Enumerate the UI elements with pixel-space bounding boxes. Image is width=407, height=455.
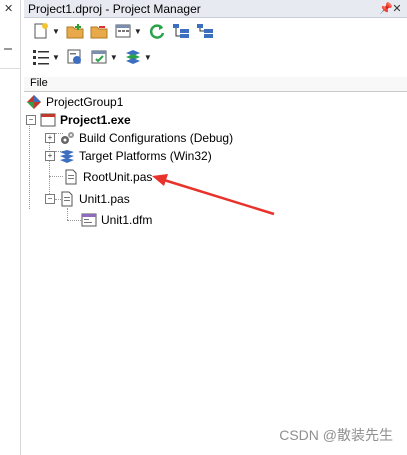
layers-icon	[125, 50, 140, 64]
sync-button[interactable]	[148, 22, 166, 40]
expand-tree-icon	[172, 24, 189, 38]
chevron-down-icon[interactable]: ▼	[52, 27, 60, 36]
collapse-toggle-icon[interactable]: −	[26, 115, 36, 125]
build-list-button[interactable]: ▼	[32, 48, 60, 66]
column-header[interactable]: File	[24, 77, 407, 92]
gear-icon	[61, 132, 74, 144]
build-groups-button[interactable]	[66, 48, 84, 66]
expand-all-button[interactable]	[172, 22, 190, 40]
collapse-all-button[interactable]	[196, 22, 214, 40]
file-column-label: File	[30, 77, 48, 89]
tree-node-root-unit[interactable]: RootUnit.pas	[63, 169, 152, 185]
form-file-icon	[81, 213, 97, 227]
left-dock-strip: ✕	[0, 0, 21, 455]
view-grid-icon	[115, 24, 131, 38]
tree-connector	[67, 208, 68, 220]
title-bar: Project1.dproj - Project Manager 📌 ✕	[24, 0, 407, 18]
view-options-button[interactable]: ▼	[114, 22, 142, 40]
tree-node-project[interactable]: − Project1.exe	[26, 112, 131, 128]
toolbar-row-2: ▼ ▼ ▼	[24, 44, 407, 70]
divider	[0, 68, 20, 69]
collapse-toggle-icon[interactable]: −	[45, 194, 55, 204]
expand-toggle-icon[interactable]: +	[45, 133, 55, 143]
tree-node-unit1-form[interactable]: Unit1.dfm	[81, 212, 152, 228]
chevron-down-icon[interactable]: ▼	[144, 53, 152, 62]
tree-connector	[49, 176, 63, 177]
project-exe-icon	[40, 113, 56, 127]
close-icon[interactable]: ✕	[391, 2, 403, 15]
node-label: Unit1.pas	[79, 192, 130, 206]
new-item-button[interactable]: ▼	[32, 22, 60, 40]
add-to-project-button[interactable]	[66, 22, 84, 40]
tree-connector	[67, 220, 81, 221]
node-label: Build Configurations (Debug)	[79, 131, 234, 145]
project-tree: ProjectGroup1 − Project1.exe + Build Con…	[24, 92, 407, 392]
node-label: Project1.exe	[60, 113, 131, 127]
tree-node-unit1[interactable]: − Unit1.pas	[45, 191, 130, 207]
expand-toggle-icon[interactable]: +	[45, 151, 55, 161]
numbered-list-icon	[33, 50, 49, 65]
node-label: ProjectGroup1	[46, 95, 124, 109]
tree-connector	[29, 122, 30, 209]
tree-node-build-configurations[interactable]: + Build Configurations (Debug)	[45, 130, 233, 146]
window-title: Project1.dproj - Project Manager	[28, 1, 201, 16]
new-item-icon	[34, 23, 48, 39]
add-folder-icon	[66, 24, 84, 39]
project-group-icon	[27, 95, 41, 109]
node-label: Unit1.dfm	[101, 213, 153, 227]
project-manager-panel: Project1.dproj - Project Manager 📌 ✕ ▼ ▼…	[24, 0, 407, 455]
remove-from-project-button[interactable]	[90, 22, 108, 40]
remove-folder-icon	[90, 26, 108, 39]
splitter-grip[interactable]	[4, 44, 12, 50]
toolbar-row-1: ▼ ▼	[24, 18, 407, 44]
check-button[interactable]: ▼	[90, 48, 118, 66]
collapse-tree-icon	[196, 24, 213, 38]
refresh-icon	[149, 24, 165, 39]
chevron-down-icon[interactable]: ▼	[134, 27, 142, 36]
tree-node-target-platforms[interactable]: + Target Platforms (Win32)	[45, 148, 212, 164]
node-label: RootUnit.pas	[83, 170, 153, 184]
chevron-down-icon[interactable]: ▼	[52, 53, 60, 62]
pas-file-icon	[65, 169, 77, 185]
close-icon[interactable]: ✕	[4, 2, 13, 15]
checklist-icon	[91, 50, 107, 64]
pas-file-icon	[61, 191, 73, 207]
pin-icon[interactable]: 📌	[379, 2, 393, 15]
node-label: Target Platforms (Win32)	[79, 149, 212, 163]
platform-button[interactable]: ▼	[124, 48, 152, 66]
layers-icon	[60, 150, 74, 163]
chevron-down-icon[interactable]: ▼	[110, 53, 118, 62]
watermark: CSDN @散装先生	[279, 427, 393, 443]
tree-node-project-group[interactable]: ProjectGroup1	[26, 94, 123, 110]
build-groups-icon	[67, 49, 81, 64]
